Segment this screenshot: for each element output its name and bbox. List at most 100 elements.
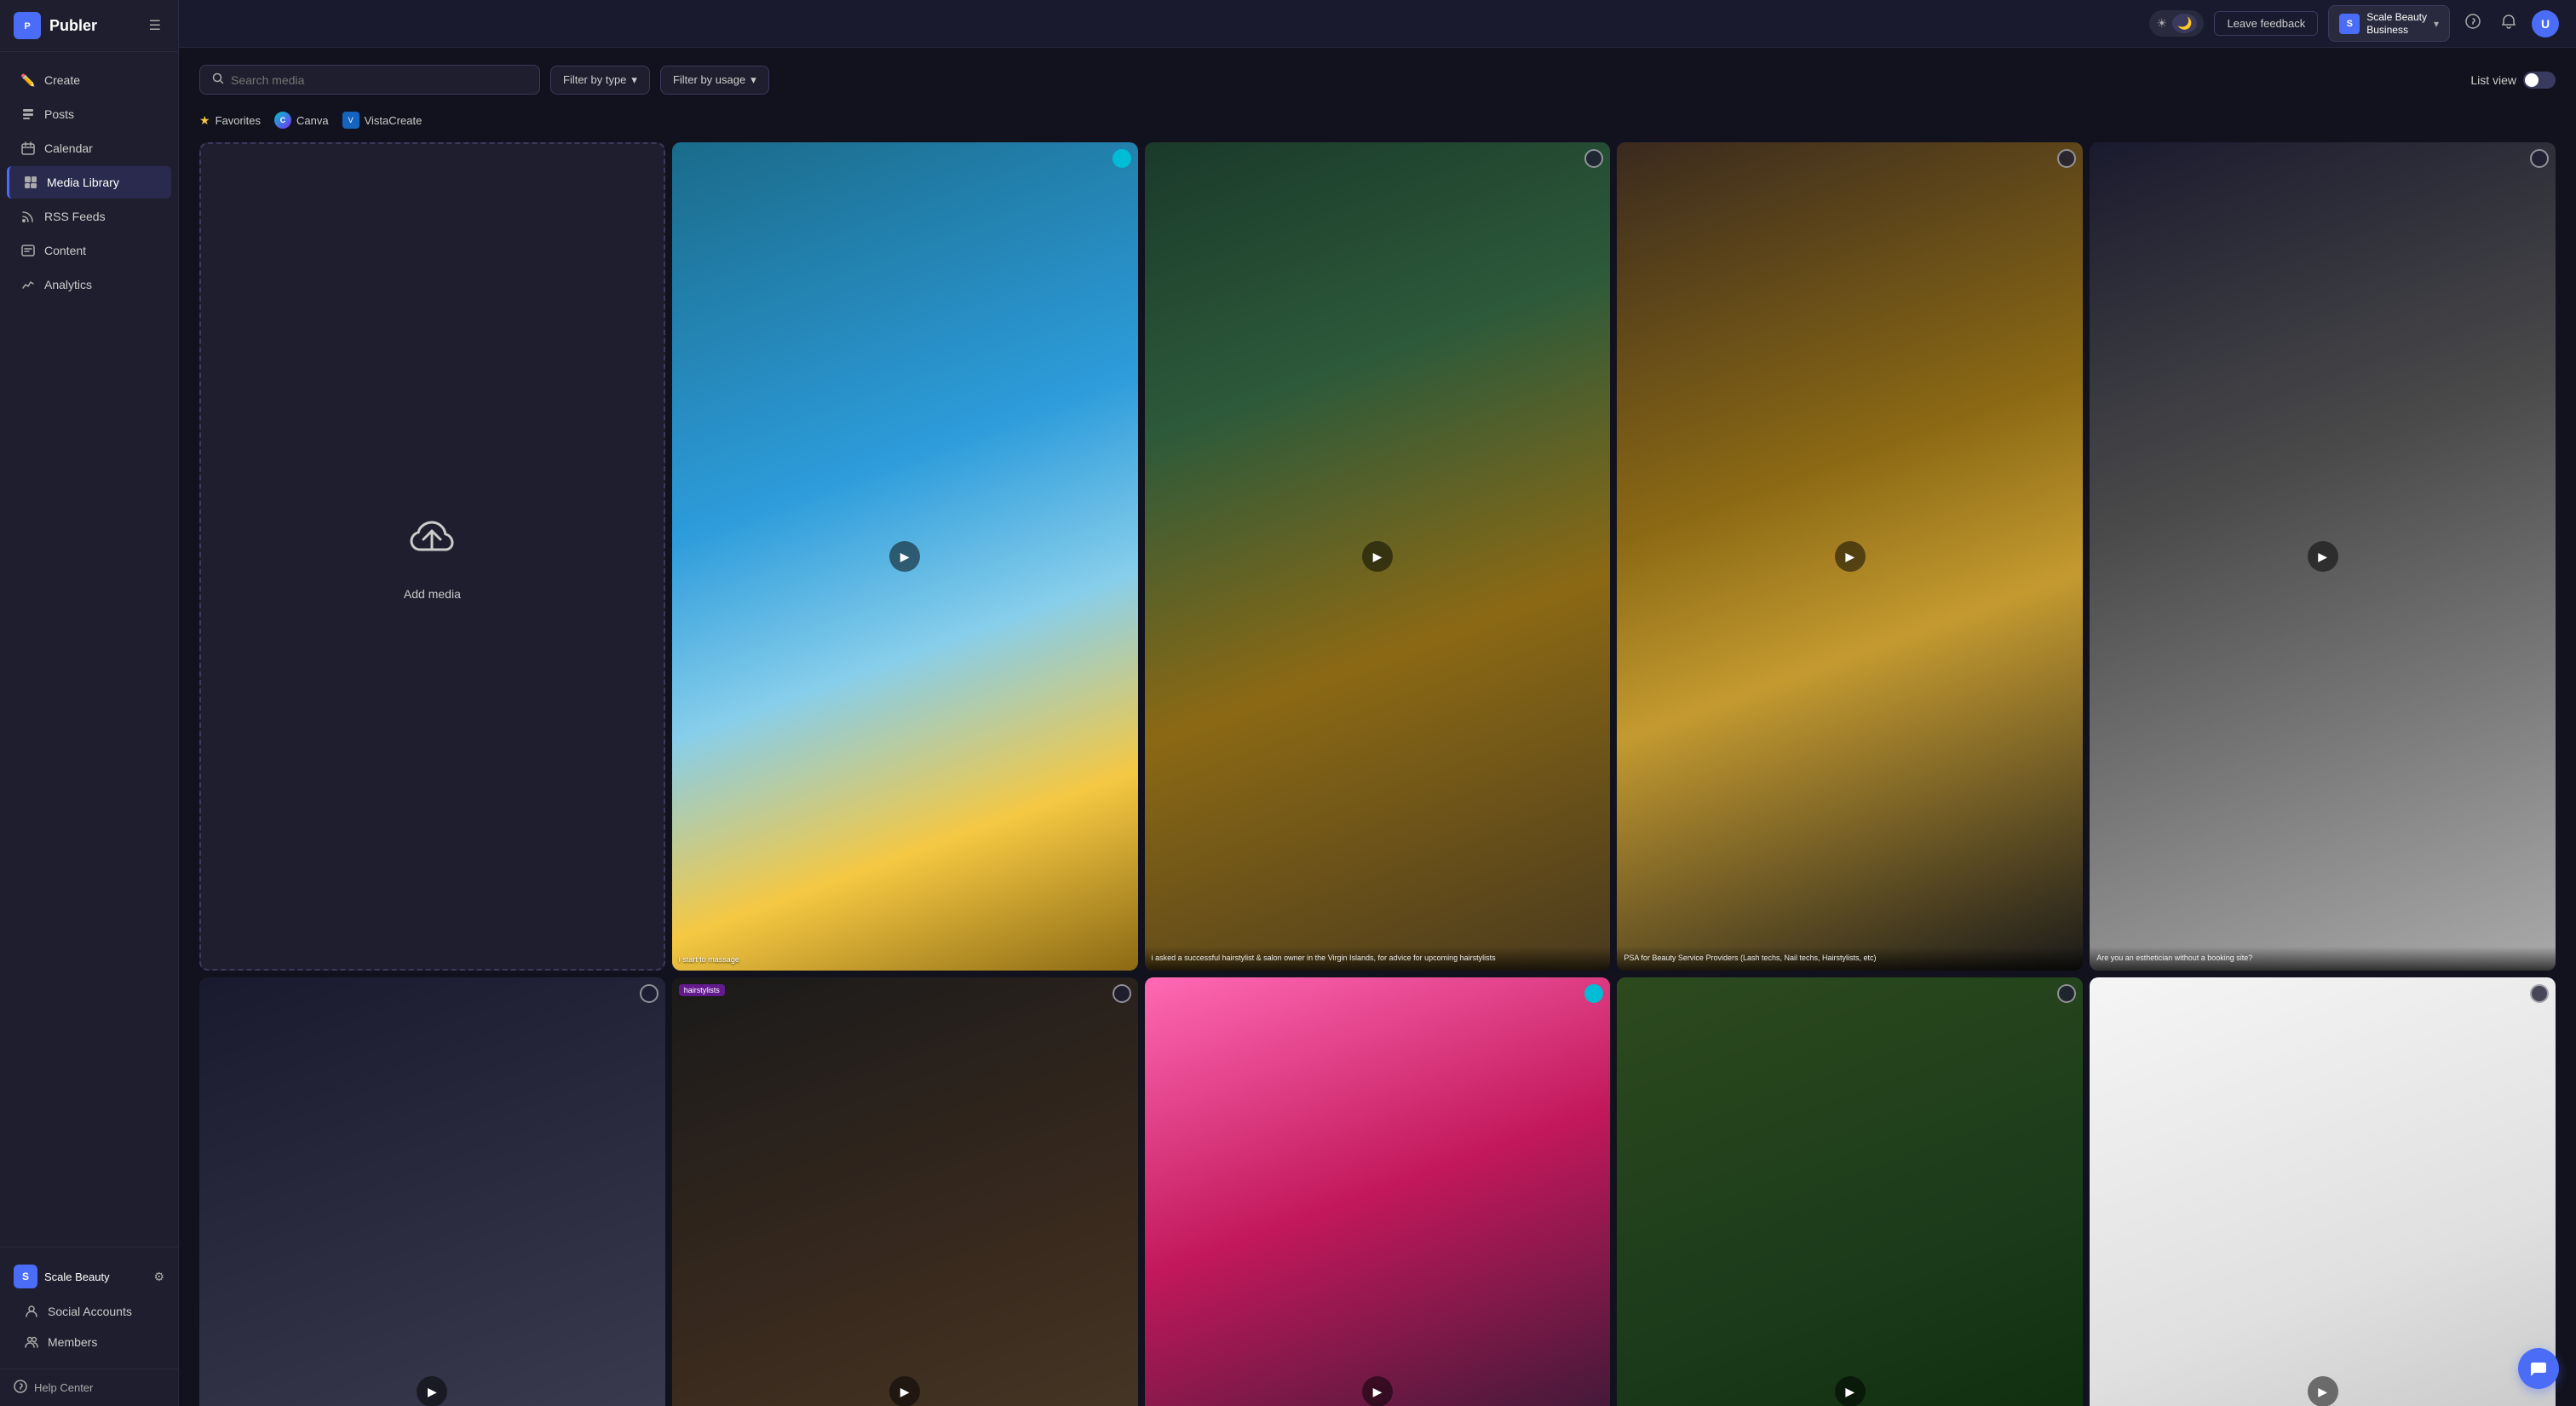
favorites-label: Favorites [216, 114, 261, 127]
workspace-name-line1: Scale Beauty [2366, 11, 2427, 23]
media-library-content: Filter by type ▾ Filter by usage ▾ List … [179, 48, 2576, 1406]
help-icon [14, 1380, 27, 1396]
analytics-icon [20, 277, 36, 292]
sidebar-item-media-library[interactable]: Media Library [7, 166, 171, 199]
sidebar-item-label: Create [44, 73, 80, 87]
select-dot[interactable] [1113, 984, 1131, 1003]
svg-text:P: P [24, 21, 30, 32]
social-accounts-icon [24, 1304, 39, 1319]
play-button[interactable]: ▶ [2308, 1376, 2338, 1406]
media-item[interactable]: 3 FREE ways to present yourself professi… [2090, 977, 2556, 1406]
main-content: ☀ 🌙 Leave feedback S Scale Beauty Busine… [179, 0, 2576, 1406]
media-overlay-text: Are you an esthetician without a booking… [2090, 947, 2556, 971]
filter-type-chevron-icon: ▾ [631, 73, 637, 87]
topbar: ☀ 🌙 Leave feedback S Scale Beauty Busine… [179, 0, 2576, 48]
filter-usage-chevron-icon: ▾ [750, 73, 756, 87]
media-item[interactable]: Are you an esthetician without a booking… [2090, 142, 2556, 971]
theme-toggle[interactable]: ☀ 🌙 [2149, 10, 2204, 37]
help-center[interactable]: Help Center [0, 1369, 178, 1406]
workspace-switcher-avatar: S [2339, 14, 2360, 34]
sidebar-item-label: Content [44, 244, 86, 257]
workspace-switcher-name: Scale Beauty Business [2366, 11, 2427, 36]
members-icon [24, 1334, 39, 1350]
workspace-name-line2: Business [2366, 24, 2427, 36]
feedback-button[interactable]: Leave feedback [2214, 11, 2318, 36]
sidebar-item-label: Posts [44, 107, 74, 121]
canva-icon: C [274, 112, 291, 129]
select-dot[interactable] [1113, 149, 1131, 168]
sidebar-item-label: Calendar [44, 141, 93, 155]
sidebar-item-members[interactable]: Members [14, 1328, 171, 1357]
media-item[interactable]: me convincing you to start a beauty busi… [199, 977, 665, 1406]
star-icon: ★ [199, 113, 210, 128]
moon-icon: 🌙 [2172, 14, 2197, 33]
play-button[interactable]: ▶ [889, 541, 920, 572]
posts-icon [20, 107, 36, 122]
create-icon: ✏️ [20, 72, 36, 88]
workspace-name: Scale Beauty [44, 1271, 147, 1283]
vistacreate-item[interactable]: V VistaCrеate [342, 112, 423, 129]
workspace-switcher[interactable]: S Scale Beauty Business ▾ [2328, 5, 2450, 42]
media-item[interactable]: PSA for Beauty Service Providers (Lash t… [1617, 142, 2083, 971]
play-button[interactable]: ▶ [1835, 541, 1866, 572]
media-item[interactable]: i asked a successful hairstylist & salon… [1145, 142, 1611, 971]
sidebar-collapse-button[interactable]: ☰ [146, 14, 164, 37]
play-button[interactable]: ▶ [1362, 1376, 1393, 1406]
workspace-header[interactable]: S Scale Beauty ⚙ [7, 1258, 171, 1295]
list-view-switch[interactable] [2523, 72, 2556, 89]
app-logo-icon: P [14, 12, 41, 39]
workspace-avatar: S [14, 1265, 37, 1288]
media-item[interactable]: i start to massage ▶ [672, 142, 1138, 971]
play-button[interactable]: ▶ [889, 1376, 920, 1406]
filter-usage-label: Filter by usage [673, 73, 745, 86]
media-item[interactable]: 5 steps to get first clients ▶ [1617, 977, 2083, 1406]
add-media-item[interactable]: Add media [199, 142, 665, 971]
vistacreate-icon: V [342, 112, 359, 129]
filter-type-label: Filter by type [563, 73, 626, 86]
sidebar-item-create[interactable]: ✏️ Create [7, 64, 171, 96]
media-grid: Add media i start to massage ▶ i asked a… [199, 142, 2556, 1406]
search-icon [212, 72, 224, 87]
sidebar-item-rss[interactable]: RSS Feeds [7, 200, 171, 233]
user-avatar[interactable]: U [2532, 10, 2559, 37]
notifications-button[interactable] [2496, 9, 2521, 38]
sidebar-item-calendar[interactable]: Calendar [7, 132, 171, 164]
canva-item[interactable]: C Canva [274, 112, 329, 129]
favorites-item[interactable]: ★ Favorites [199, 113, 261, 128]
filter-type-button[interactable]: Filter by type ▾ [550, 66, 650, 95]
main-nav: ✏️ Create Posts Calendar Media Library [0, 52, 178, 1247]
help-button[interactable] [2460, 9, 2486, 38]
select-dot[interactable] [2530, 984, 2549, 1003]
canva-label: Canva [296, 114, 329, 127]
select-dot[interactable] [2530, 149, 2549, 168]
sidebar-item-social-accounts[interactable]: Social Accounts [14, 1297, 171, 1326]
media-tag: hairstylists [679, 984, 725, 996]
workspace-subnav: Social Accounts Members [7, 1297, 171, 1357]
chat-bubble[interactable] [2518, 1348, 2559, 1389]
select-dot[interactable] [640, 984, 658, 1003]
sidebar-item-posts[interactable]: Posts [7, 98, 171, 130]
sidebar-item-content[interactable]: Content [7, 234, 171, 267]
members-label: Members [48, 1335, 97, 1349]
sidebar-logo: P Publer ☰ [0, 0, 178, 52]
play-button[interactable]: ▶ [1362, 541, 1393, 572]
media-item[interactable]: hairstylists pov: you understand that a … [672, 977, 1138, 1406]
sidebar-item-analytics[interactable]: Analytics [7, 268, 171, 301]
sun-icon: ☀ [2156, 16, 2167, 31]
search-input[interactable] [231, 73, 527, 87]
media-overlay-text: i asked a successful hairstylist & salon… [1145, 947, 1611, 971]
media-overlay-text: PSA for Beauty Service Providers (Lash t… [1617, 947, 2083, 971]
play-button[interactable]: ▶ [417, 1376, 447, 1406]
social-accounts-label: Social Accounts [48, 1305, 132, 1318]
media-item[interactable]: Supporting beauticians to reach 6 figure… [1145, 977, 1611, 1406]
upload-cloud-icon [405, 512, 459, 577]
play-button[interactable]: ▶ [2308, 541, 2338, 572]
workspace-chevron-icon: ▾ [2434, 18, 2439, 30]
settings-icon[interactable]: ⚙ [153, 1270, 164, 1284]
app-name: Publer [49, 17, 97, 35]
list-view-toggle: List view [2470, 72, 2556, 89]
filter-usage-button[interactable]: Filter by usage ▾ [660, 66, 769, 95]
play-button[interactable]: ▶ [1835, 1376, 1866, 1406]
workspace-section: S Scale Beauty ⚙ Social Accounts Members [0, 1247, 178, 1369]
media-library-icon [23, 175, 38, 190]
